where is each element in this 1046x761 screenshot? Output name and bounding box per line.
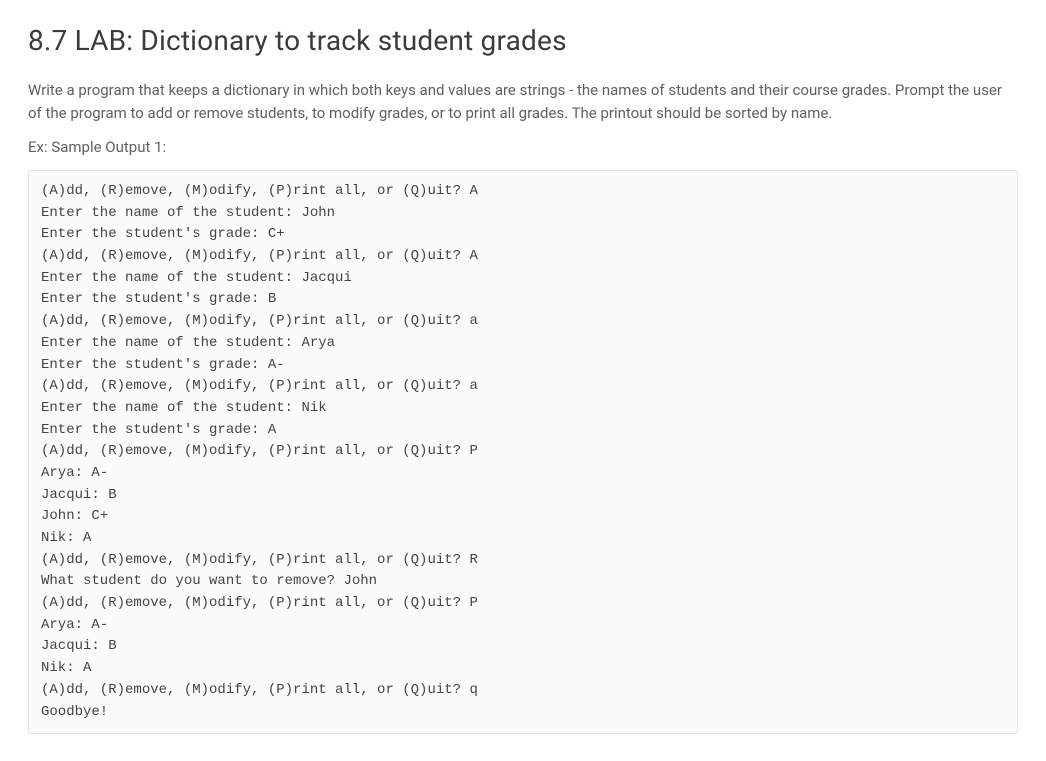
- page-title: 8.7 LAB: Dictionary to track student gra…: [28, 24, 1018, 57]
- problem-description: Write a program that keeps a dictionary …: [28, 79, 1018, 124]
- sample-output-block: (A)dd, (R)emove, (M)odify, (P)rint all, …: [28, 170, 1018, 734]
- example-label: Ex: Sample Output 1:: [28, 138, 1018, 156]
